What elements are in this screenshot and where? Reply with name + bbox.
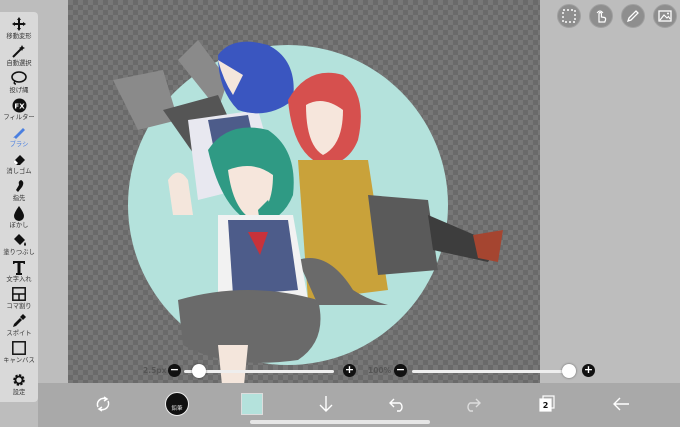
brush-select-button[interactable]: 鉛筆 xyxy=(164,391,190,417)
tool-finger[interactable]: 指先 xyxy=(0,178,38,204)
ruler-pen-button[interactable] xyxy=(621,4,645,28)
undo-button[interactable] xyxy=(385,391,411,417)
dashed-square-icon xyxy=(562,9,576,23)
tool-label: 消しゴム xyxy=(6,168,32,175)
gear-icon xyxy=(12,372,26,388)
opacity-thumb[interactable] xyxy=(562,364,576,378)
home-indicator xyxy=(250,420,430,424)
tool-fill[interactable]: 塗りつぶし xyxy=(0,232,38,258)
canvas-icon xyxy=(12,340,26,356)
move-icon xyxy=(12,16,26,32)
selection-button[interactable] xyxy=(557,4,581,28)
tool-lasso[interactable]: 投げ縄 xyxy=(0,70,38,96)
tool-label: フィルター xyxy=(3,114,35,121)
tool-filter[interactable]: FX フィルター xyxy=(0,97,38,123)
lasso-icon xyxy=(11,70,27,86)
tool-label: ぼかし xyxy=(9,222,29,229)
tool-label: 塗りつぶし xyxy=(3,249,35,256)
tool-text[interactable]: 文字入れ xyxy=(0,259,38,285)
tool-eyedropper[interactable]: スポイト xyxy=(0,313,38,339)
finger-icon xyxy=(12,178,26,194)
tool-move[interactable]: 移動変形 xyxy=(0,16,38,42)
magic-wand-icon xyxy=(12,43,26,59)
opacity-plus-button[interactable]: + xyxy=(582,364,595,377)
brush-size-minus-button[interactable]: − xyxy=(168,364,181,377)
undo-icon xyxy=(389,396,407,412)
eraser-icon xyxy=(12,151,26,167)
brush-size-label: 2.5px xyxy=(143,366,167,375)
tool-canvas[interactable]: キャンバス xyxy=(0,340,38,366)
arrow-down-icon xyxy=(318,395,334,413)
hand-tap-icon xyxy=(594,9,608,23)
tool-label: 投げ縄 xyxy=(9,87,29,94)
tool-label: ブラシ xyxy=(9,141,29,148)
opacity-minus-button[interactable]: − xyxy=(394,364,407,377)
tool-magic-wand[interactable]: 自動選択 xyxy=(0,43,38,69)
tool-brush[interactable]: ブラシ xyxy=(0,124,38,150)
tool-label: キャンバス xyxy=(3,357,35,364)
frame-divider-icon xyxy=(12,286,26,302)
redo-icon xyxy=(463,396,481,412)
brush-select-label: 鉛筆 xyxy=(171,406,183,412)
fx-icon: FX xyxy=(12,97,27,113)
layers-button[interactable]: 2 xyxy=(534,391,560,417)
tool-label: 設定 xyxy=(12,389,26,396)
gesture-button[interactable] xyxy=(589,4,613,28)
import-button[interactable] xyxy=(313,391,339,417)
brush-icon xyxy=(12,124,26,140)
pencil-icon xyxy=(626,9,640,23)
layers-icon: 2 xyxy=(538,395,556,413)
drawing-canvas[interactable] xyxy=(68,0,540,427)
tool-settings[interactable]: 設定 xyxy=(0,372,38,398)
brush-size-track[interactable] xyxy=(184,370,334,373)
tool-palette: 移動変形 自動選択 投げ縄 FX フィルター ブラシ 消しゴム 指先 ぼかし 塗… xyxy=(0,12,38,402)
eyedropper-icon xyxy=(12,313,26,329)
blur-drop-icon xyxy=(13,205,25,221)
tool-blur[interactable]: ぼかし xyxy=(0,205,38,231)
layer-count: 2 xyxy=(542,401,549,410)
rotate-arrows-icon xyxy=(94,395,112,413)
tool-eraser[interactable]: 消しゴム xyxy=(0,151,38,177)
tool-label: コマ割り xyxy=(6,303,32,310)
material-button[interactable] xyxy=(653,4,677,28)
tool-label: 自動選択 xyxy=(6,60,32,67)
svg-text:FX: FX xyxy=(14,102,25,110)
back-button[interactable] xyxy=(608,391,634,417)
image-icon xyxy=(658,9,672,23)
text-icon xyxy=(12,259,26,275)
redo-button[interactable] xyxy=(459,391,485,417)
tool-label: スポイト xyxy=(6,330,32,337)
tool-frame-divider[interactable]: コマ割り xyxy=(0,286,38,312)
tool-label: 文字入れ xyxy=(6,276,32,283)
bucket-icon xyxy=(12,232,27,248)
color-swatch[interactable] xyxy=(239,391,265,417)
brush-size-plus-button[interactable]: + xyxy=(343,364,356,377)
opacity-label: 100% xyxy=(368,366,392,375)
artwork xyxy=(113,40,503,415)
tool-label: 指先 xyxy=(12,195,26,202)
arrow-left-icon xyxy=(612,397,630,411)
brush-size-thumb[interactable] xyxy=(192,364,206,378)
tool-label: 移動変形 xyxy=(6,33,32,40)
opacity-track[interactable] xyxy=(412,370,572,373)
transform-button[interactable] xyxy=(90,391,116,417)
current-color-swatch xyxy=(241,393,263,415)
